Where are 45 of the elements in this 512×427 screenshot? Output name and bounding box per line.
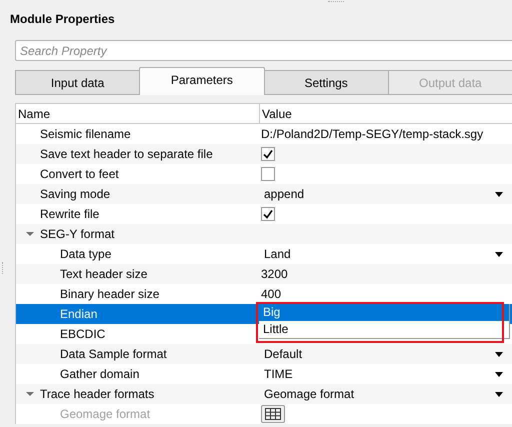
tab[interactable]: Settings (264, 70, 389, 95)
property-value[interactable]: TIME (261, 367, 293, 381)
checkbox[interactable] (261, 207, 275, 221)
property-name: EBCDIC (60, 327, 106, 341)
dropdown-arrow-icon[interactable] (495, 252, 503, 257)
tab[interactable]: Parameters (139, 67, 264, 95)
grid-icon (265, 408, 281, 420)
property-name: Data type (60, 247, 112, 261)
column-header[interactable]: Name (16, 104, 260, 123)
property-name: Endian (60, 307, 98, 321)
dropdown-option[interactable]: Little (259, 321, 509, 338)
property-name: Rewrite file (40, 207, 100, 221)
property-value[interactable]: Default (261, 347, 302, 361)
panel-title: Module Properties (10, 12, 115, 28)
property-name: Binary header size (60, 287, 160, 301)
property-name: Seismic filename (40, 127, 131, 141)
dropdown-arrow-icon[interactable] (495, 192, 503, 197)
tab[interactable]: Input data (15, 70, 140, 95)
property-name: Saving mode (40, 187, 110, 201)
dropdown-arrow-icon[interactable] (495, 352, 503, 357)
search-field[interactable]: Search Property (15, 40, 512, 61)
property-value[interactable]: Geomage format (261, 387, 354, 401)
resize-grip[interactable] (328, 1, 344, 4)
checkbox[interactable] (261, 167, 275, 181)
property-name: Text header size (60, 267, 148, 281)
checkbox[interactable] (261, 147, 275, 161)
dropdown-option[interactable]: Big (259, 304, 509, 321)
property-name: Save text header to separate file (40, 147, 213, 161)
expand-arrow-icon[interactable] (26, 230, 34, 238)
property-value[interactable]: Land (261, 247, 291, 261)
property-name: Data Sample format (60, 347, 167, 361)
property-value[interactable]: D:/Poland2D/Temp-SEGY/temp-stack.sgy (261, 127, 484, 141)
property-name: SEG-Y format (40, 227, 114, 241)
property-value[interactable]: append (261, 187, 304, 201)
dropdown-arrow-icon[interactable] (495, 372, 503, 377)
property-value[interactable]: 3200 (261, 267, 288, 281)
property-name: Convert to feet (40, 167, 119, 181)
property-name: Geomage format (60, 407, 150, 421)
property-name: Gather domain (60, 367, 140, 381)
dropdown-arrow-icon[interactable] (495, 392, 503, 397)
expand-arrow-icon[interactable] (26, 390, 34, 398)
column-header[interactable]: Value (260, 104, 512, 123)
property-name: Trace header formats (40, 387, 154, 401)
property-value[interactable]: 400 (261, 287, 282, 301)
resize-grip[interactable] (2, 262, 5, 274)
